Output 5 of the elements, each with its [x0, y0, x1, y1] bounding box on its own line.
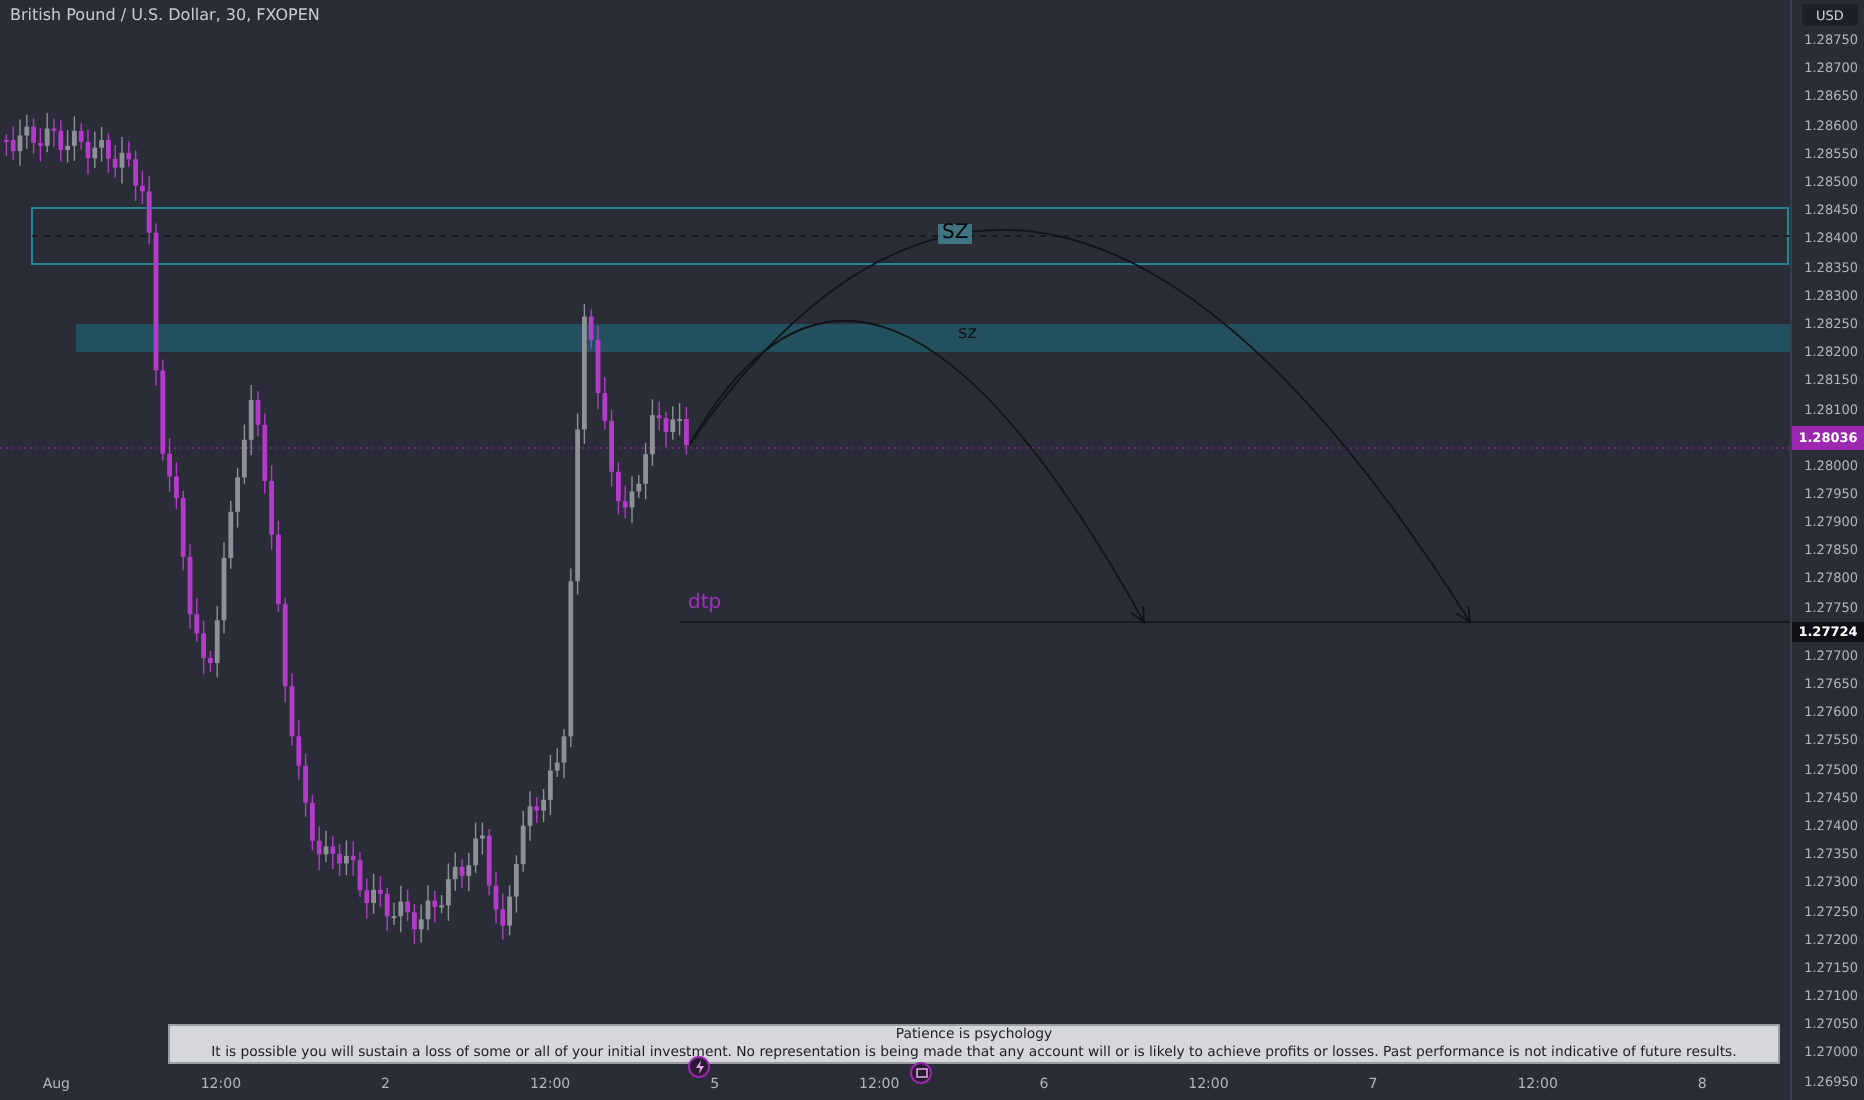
zone-label: sz: [958, 326, 977, 344]
lightning-icon[interactable]: [688, 1056, 710, 1078]
zone-label: SZ: [938, 224, 973, 244]
target-label: dtp: [688, 594, 722, 614]
chart-title: British Pound / U.S. Dollar, 30, FXOPEN: [10, 6, 320, 24]
